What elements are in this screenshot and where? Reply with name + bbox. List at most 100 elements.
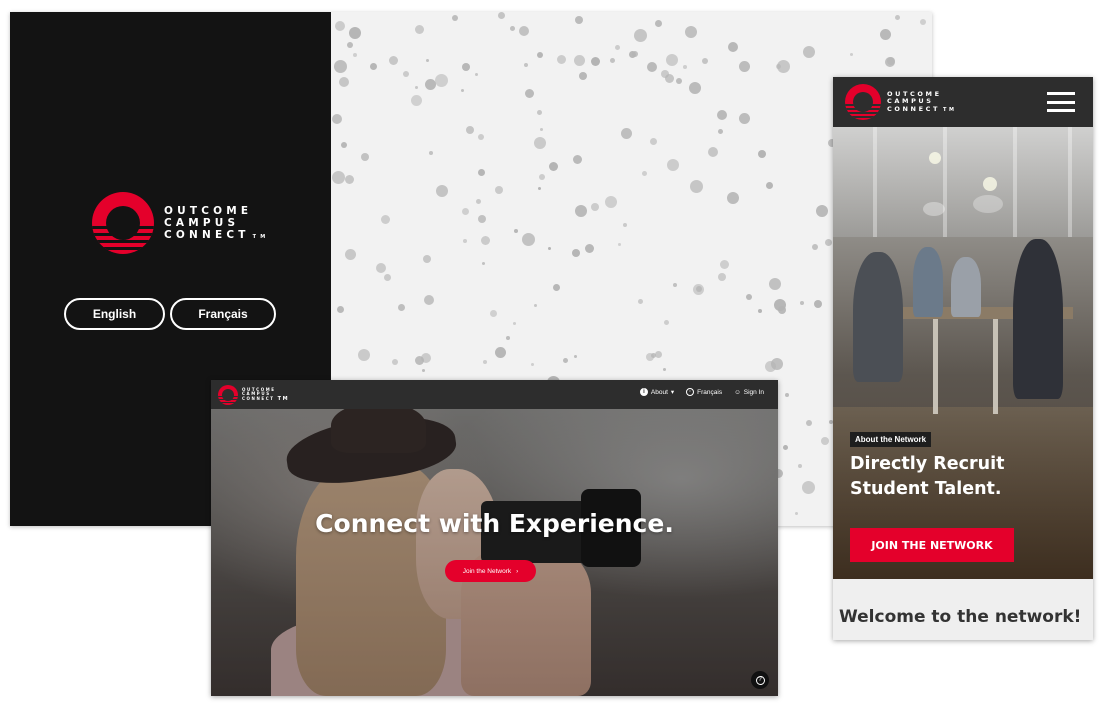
office-ceiling [833, 127, 1093, 237]
dot-shape [422, 369, 425, 372]
dot-shape [667, 159, 679, 171]
chevron-down-icon: ▾ [670, 389, 675, 396]
dot-shape [415, 25, 424, 34]
dot-shape [339, 77, 349, 87]
mobile-hero-image: About the Network Directly Recruit Stude… [833, 127, 1093, 579]
dot-shape [361, 153, 369, 161]
desktop-brand-logo[interactable]: OUTCOME CAMPUS CONNECT TM [218, 385, 289, 405]
nav-language[interactable]: · Français [686, 388, 722, 396]
brand-line-3: CONNECT [164, 229, 250, 242]
globe-icon: · [686, 388, 695, 396]
dot-shape [572, 249, 580, 257]
dot-shape [461, 89, 464, 92]
nav-sign-in[interactable]: ☺ Sign In [734, 389, 764, 396]
info-icon: i [639, 388, 648, 396]
dot-shape [573, 155, 582, 164]
dot-shape [495, 347, 506, 358]
dot-shape [436, 185, 448, 197]
dot-shape [537, 110, 542, 115]
brand-line-3: CONNECT [242, 395, 275, 401]
about-network-badge: About the Network [850, 432, 932, 447]
dot-shape [353, 53, 357, 57]
dot-shape [415, 356, 424, 365]
dot-shape [478, 134, 484, 140]
dot-shape [341, 142, 347, 148]
dot-shape [895, 15, 900, 20]
dot-shape [685, 26, 697, 38]
brand-line-1: OUTCOME [164, 204, 253, 217]
desktop-brand-wordmark: OUTCOME CAMPUS CONNECT TM [242, 387, 290, 403]
desktop-navbar: OUTCOME CAMPUS CONNECT TM i About ▾ · Fra… [211, 380, 778, 409]
dot-shape [708, 147, 718, 157]
dot-shape [739, 61, 750, 72]
brand-wordmark: OUTCOME CAMPUS CONNECT TM [164, 205, 269, 241]
mobile-hero-headline: Directly Recruit Student Talent. [850, 454, 1005, 499]
dot-shape [798, 464, 802, 468]
nav-about[interactable]: i About ▾ [639, 388, 675, 396]
english-button[interactable]: English [64, 298, 165, 330]
trademark: TM [252, 234, 270, 241]
dot-shape [814, 300, 822, 308]
dot-shape [345, 249, 356, 260]
dot-shape [825, 239, 832, 246]
hamburger-icon[interactable] [1047, 92, 1075, 112]
dot-shape [778, 306, 786, 314]
dot-shape [618, 243, 621, 246]
nav-sign-in-label: Sign In [743, 388, 764, 396]
french-button[interactable]: Français [170, 298, 276, 330]
dot-shape [510, 26, 515, 31]
dot-shape [466, 126, 474, 134]
dot-shape [718, 129, 723, 134]
chevron-right-icon: › [516, 567, 519, 575]
mobile-brand-wordmark: OUTCOME CAMPUS CONNECT TM [887, 90, 957, 114]
dot-shape [776, 64, 781, 69]
dot-shape [557, 55, 566, 64]
dot-shape [522, 233, 535, 246]
mobile-brand-logo[interactable]: OUTCOME CAMPUS CONNECT TM [845, 84, 957, 120]
dot-shape [850, 53, 853, 56]
desktop-nav-menu: i About ▾ · Français ☺ Sign In [639, 388, 764, 396]
dot-shape [665, 74, 674, 83]
dot-shape [540, 128, 543, 131]
dot-shape [483, 360, 487, 364]
nav-about-label: About [650, 388, 668, 396]
brand-logo: OUTCOME CAMPUS CONNECT TM [92, 192, 269, 254]
desktop-hero-image: Connect with Experience. Join the Networ… [211, 409, 778, 696]
dot-shape [345, 175, 354, 184]
outcome-o-logo-icon [845, 84, 881, 120]
mobile-header: OUTCOME CAMPUS CONNECT TM [833, 77, 1093, 127]
dot-shape [376, 263, 386, 273]
dot-shape [549, 162, 558, 171]
dot-shape [332, 171, 345, 184]
dot-shape [537, 52, 543, 58]
dot-shape [720, 260, 729, 269]
join-network-button[interactable]: Join the Network › [445, 560, 536, 582]
dot-shape [634, 29, 647, 42]
dot-shape [490, 310, 497, 317]
dot-shape [538, 187, 541, 190]
dot-shape [689, 82, 701, 94]
dot-shape [812, 244, 818, 250]
dot-shape [683, 65, 687, 69]
dot-shape [585, 244, 594, 253]
trademark: TM [277, 395, 290, 402]
dot-shape [717, 110, 727, 120]
dot-shape [765, 361, 776, 372]
nav-language-label: Français [697, 388, 723, 396]
dot-shape [463, 239, 467, 243]
dot-shape [415, 86, 418, 89]
dot-shape [885, 57, 895, 67]
join-network-button[interactable]: JOIN THE NETWORK [850, 528, 1014, 562]
desktop-hero-headline: Connect with Experience. [315, 509, 674, 538]
dot-shape [398, 304, 405, 311]
dot-shape [435, 74, 448, 87]
dot-shape [462, 63, 470, 71]
dot-shape [718, 273, 726, 281]
dot-shape [506, 336, 510, 340]
dot-shape [534, 137, 546, 149]
dot-shape [426, 59, 429, 62]
help-icon[interactable]: ? [751, 671, 769, 689]
desktop-site-preview: OUTCOME CAMPUS CONNECT TM i About ▾ · Fra… [211, 380, 778, 696]
dot-shape [349, 27, 361, 39]
dot-shape [610, 58, 615, 63]
